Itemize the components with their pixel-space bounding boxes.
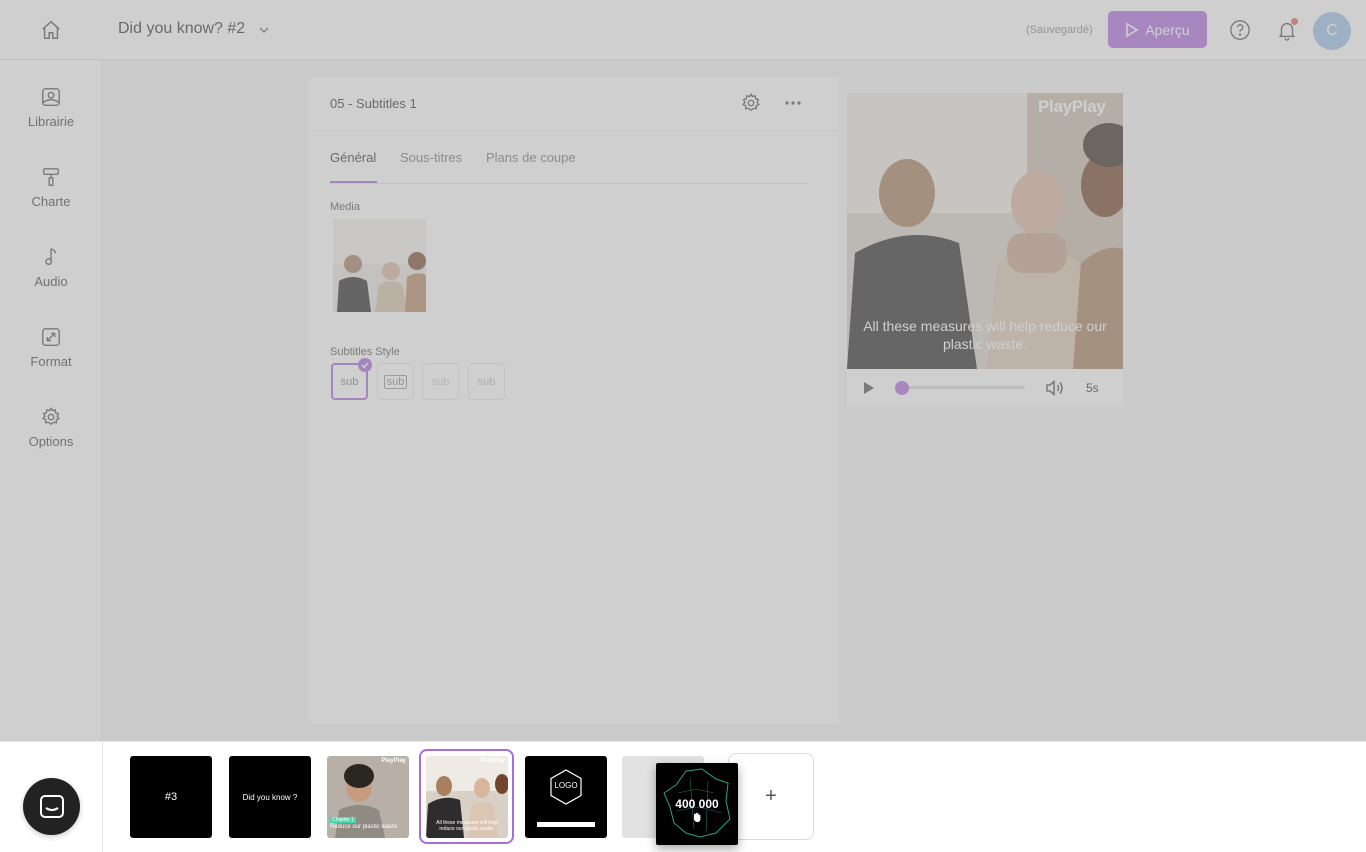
tab-subtitles[interactable]: Sous-titres [400, 150, 462, 165]
selected-check-icon [358, 358, 372, 372]
scene-tag: Chapter 1 [330, 817, 356, 823]
image-icon [42, 88, 60, 106]
paint-roller-icon [42, 168, 60, 186]
media-label: Media [330, 201, 360, 213]
more-options-icon[interactable] [783, 92, 803, 114]
volume-icon[interactable] [1045, 379, 1065, 397]
chat-icon [39, 794, 64, 818]
divider [102, 741, 103, 852]
tab-general[interactable]: Général [330, 150, 376, 165]
project-title[interactable]: Did you know? #2 [118, 20, 245, 38]
subtitle-style-option[interactable]: sub [468, 363, 505, 400]
chevron-down-icon[interactable] [256, 22, 272, 38]
scene-name: 05 - Subtitles 1 [330, 96, 417, 111]
music-note-icon [45, 248, 57, 266]
chat-support-button[interactable] [23, 778, 80, 835]
save-status: (Sauvegardé) [1026, 24, 1093, 36]
scene-brand: PlayPlay [381, 758, 406, 764]
scene-thumbnail[interactable]: LOGO [525, 756, 607, 838]
scene-caption: All these measures will help reduce our … [436, 820, 498, 832]
add-scene-button[interactable]: + [728, 753, 814, 840]
sidebar-item-label: Options [28, 434, 74, 449]
help-icon[interactable] [1229, 19, 1251, 41]
brand-logo: PlayPlay [1038, 97, 1106, 116]
scene-text: #3 [164, 791, 178, 803]
preview-button[interactable]: Aperçu [1108, 11, 1207, 48]
sidebar-item-librairie[interactable]: Librairie [0, 86, 102, 150]
gear-icon [42, 407, 60, 425]
play-icon[interactable] [862, 380, 876, 396]
subtitles-style-label: Subtitles Style [330, 346, 400, 358]
scene-thumbnail[interactable]: #3 [130, 756, 212, 838]
scene-text: Did you know ? [242, 792, 298, 802]
scene-thumbnail-dragging[interactable]: 400 000 [656, 763, 738, 845]
subtitle-style-option[interactable]: sub [422, 363, 459, 400]
video-caption: All these measures will help reduce our … [863, 318, 1107, 352]
sidebar-item-charte[interactable]: Charte [0, 166, 102, 230]
grab-hand-icon [694, 812, 701, 822]
subtitle-style-option-label: sub [383, 374, 408, 389]
scene-text: 400 000 [675, 797, 719, 811]
play-outline-icon [1126, 22, 1139, 37]
duration-label: 5s [1086, 381, 1099, 395]
sidebar-item-label: Format [30, 354, 72, 369]
media-thumbnail[interactable] [333, 219, 426, 312]
scene-thumbnail[interactable]: Did you know ? [229, 756, 311, 838]
resize-icon [42, 328, 60, 346]
notification-dot [1291, 18, 1298, 25]
scene-caption: Reduce our plastic waste [330, 824, 398, 830]
sidebar-item-label: Audio [34, 274, 68, 289]
progress-bar[interactable] [896, 386, 1025, 389]
scene-brand: PlayPlay [480, 758, 505, 764]
home-icon[interactable] [38, 17, 64, 43]
sidebar-item-label: Librairie [27, 114, 75, 129]
logo-text: LOGO [554, 781, 578, 790]
scene-editor-panel [308, 77, 838, 724]
scene-thumbnail[interactable]: PlayPlay All these measures will help re… [426, 756, 508, 838]
scene-thumbnail[interactable]: PlayPlay Chapter 1 Reduce our plastic wa… [327, 756, 409, 838]
logo-placeholder-icon [537, 769, 595, 827]
divider [330, 183, 808, 184]
divider [308, 130, 838, 131]
gear-icon[interactable] [740, 92, 762, 114]
sidebar-item-options[interactable]: Options [0, 406, 102, 470]
sidebar-item-label: Charte [31, 194, 71, 209]
preview-button-label: Aperçu [1145, 21, 1190, 38]
active-tab-indicator [330, 181, 377, 183]
subtitle-style-option[interactable]: sub [377, 363, 414, 400]
sidebar-item-format[interactable]: Format [0, 326, 102, 390]
sidebar-item-audio[interactable]: Audio [0, 246, 102, 310]
progress-handle[interactable] [894, 381, 909, 395]
tab-cutaways[interactable]: Plans de coupe [486, 150, 576, 165]
avatar[interactable]: C [1313, 12, 1351, 50]
